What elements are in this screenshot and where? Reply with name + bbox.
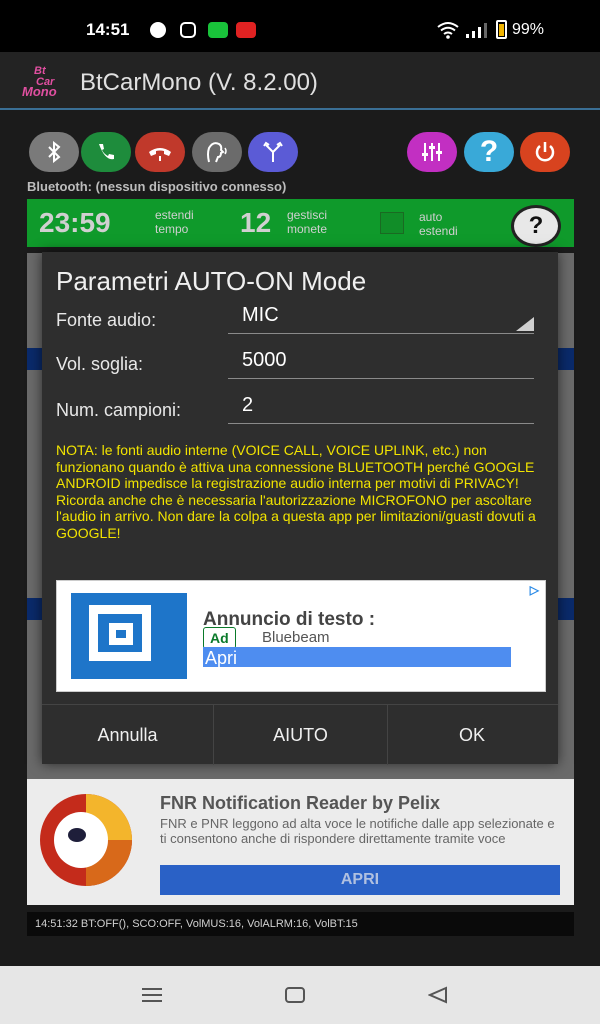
power-icon[interactable] bbox=[520, 132, 570, 172]
auto-on-dialog: Parametri AUTO-ON Mode Fonte audio: MIC … bbox=[42, 252, 558, 765]
fnr-logo bbox=[40, 794, 132, 886]
adchoices-icon[interactable]: ▷ bbox=[530, 583, 539, 597]
extend-time-label-2[interactable]: tempo bbox=[155, 222, 188, 236]
sound-green-icon bbox=[208, 22, 228, 38]
auto-extend-label-2: estendi bbox=[419, 224, 458, 238]
logo-eye bbox=[68, 828, 86, 842]
fork-icon[interactable] bbox=[248, 132, 298, 172]
status-log: 14:51:32 BT:OFF(), SCO:OFF, VolMUS:16, V… bbox=[27, 912, 574, 936]
cancel-button[interactable]: Annulla bbox=[42, 704, 213, 765]
equalizer-icon[interactable] bbox=[407, 132, 457, 172]
app-title: BtCarMono (V. 8.2.00) bbox=[80, 69, 318, 96]
privacy-note: NOTA: le fonti audio interne (VOICE CALL… bbox=[56, 442, 536, 541]
back-icon[interactable] bbox=[427, 986, 448, 1010]
threshold-input[interactable]: 5000 bbox=[228, 349, 534, 379]
audio-source-value: MIC bbox=[242, 304, 279, 326]
auto-extend-checkbox[interactable] bbox=[380, 212, 404, 234]
samples-input[interactable]: 2 bbox=[228, 394, 534, 424]
dialog-title: Parametri AUTO-ON Mode bbox=[56, 266, 367, 296]
ad-open-button[interactable]: Apri bbox=[203, 647, 511, 668]
ad-badge: Ad bbox=[203, 627, 236, 649]
fnr-open-button[interactable]: APRI bbox=[160, 865, 560, 895]
sound-red-icon bbox=[236, 22, 256, 38]
signal-icon bbox=[465, 22, 489, 43]
wifi-icon bbox=[436, 21, 460, 44]
timer-value[interactable]: 23:59 bbox=[39, 207, 111, 239]
app-logo: Bt Car Mono bbox=[20, 64, 74, 99]
bluebeam-logo bbox=[71, 593, 187, 679]
samples-label: Num. campioni: bbox=[56, 400, 182, 420]
voice-icon[interactable] bbox=[192, 132, 242, 172]
coins-label-2[interactable]: monete bbox=[287, 222, 327, 236]
auto-extend-label-1: auto bbox=[419, 210, 443, 224]
help-button[interactable]: AIUTO bbox=[213, 704, 388, 765]
fnr-ad[interactable]: FNR Notification Reader by Pelix FNR e P… bbox=[27, 779, 574, 905]
samples-value: 2 bbox=[242, 394, 254, 416]
coins-value[interactable]: 12 bbox=[240, 207, 271, 239]
threshold-label: Vol. soglia: bbox=[56, 354, 144, 374]
dropdown-arrow-icon bbox=[516, 317, 534, 331]
audio-source-label: Fonte audio: bbox=[56, 310, 157, 330]
recents-icon[interactable] bbox=[142, 986, 162, 1009]
threshold-value: 5000 bbox=[242, 349, 287, 371]
timer-bar: 23:59 estendi tempo 12 gestisci monete a… bbox=[27, 199, 574, 247]
phone-bluetooth-icon[interactable] bbox=[81, 132, 131, 172]
coins-label-1[interactable]: gestisci bbox=[287, 208, 327, 222]
logo-inner-square bbox=[109, 623, 133, 645]
ad-brand: Bluebeam bbox=[262, 629, 330, 646]
home-icon[interactable] bbox=[285, 986, 305, 1010]
svg-text:Mono: Mono bbox=[22, 84, 57, 98]
bluetooth-icon[interactable] bbox=[29, 132, 79, 172]
status-time: 14:51 bbox=[86, 20, 130, 39]
messenger-icon bbox=[150, 22, 166, 38]
fnr-description: FNR e PNR leggono ad alta voce le notifi… bbox=[160, 816, 555, 846]
audio-source-select[interactable]: MIC bbox=[228, 304, 534, 334]
status-bar: 14:51 99% bbox=[0, 0, 600, 52]
navigation-bar bbox=[0, 966, 600, 1024]
battery-percentage: 99% bbox=[512, 21, 545, 38]
bluetooth-status: Bluetooth: (nessun dispositivo connesso) bbox=[27, 179, 287, 194]
hangup-icon[interactable] bbox=[135, 132, 185, 172]
instagram-icon bbox=[180, 22, 196, 38]
battery-icon bbox=[496, 20, 507, 39]
help-icon[interactable]: ? bbox=[464, 132, 514, 172]
fnr-title: FNR Notification Reader by Pelix bbox=[160, 793, 441, 813]
app-bar: BtCarMono (V. 8.2.00) bbox=[0, 52, 600, 110]
timer-help-button[interactable]: ? bbox=[511, 205, 561, 247]
extend-time-label-1[interactable]: estendi bbox=[155, 208, 194, 222]
ok-button[interactable]: OK bbox=[386, 704, 558, 765]
dialog-ad[interactable]: Annuncio di testo : Ad Bluebeam Apri ▷ bbox=[56, 580, 546, 692]
